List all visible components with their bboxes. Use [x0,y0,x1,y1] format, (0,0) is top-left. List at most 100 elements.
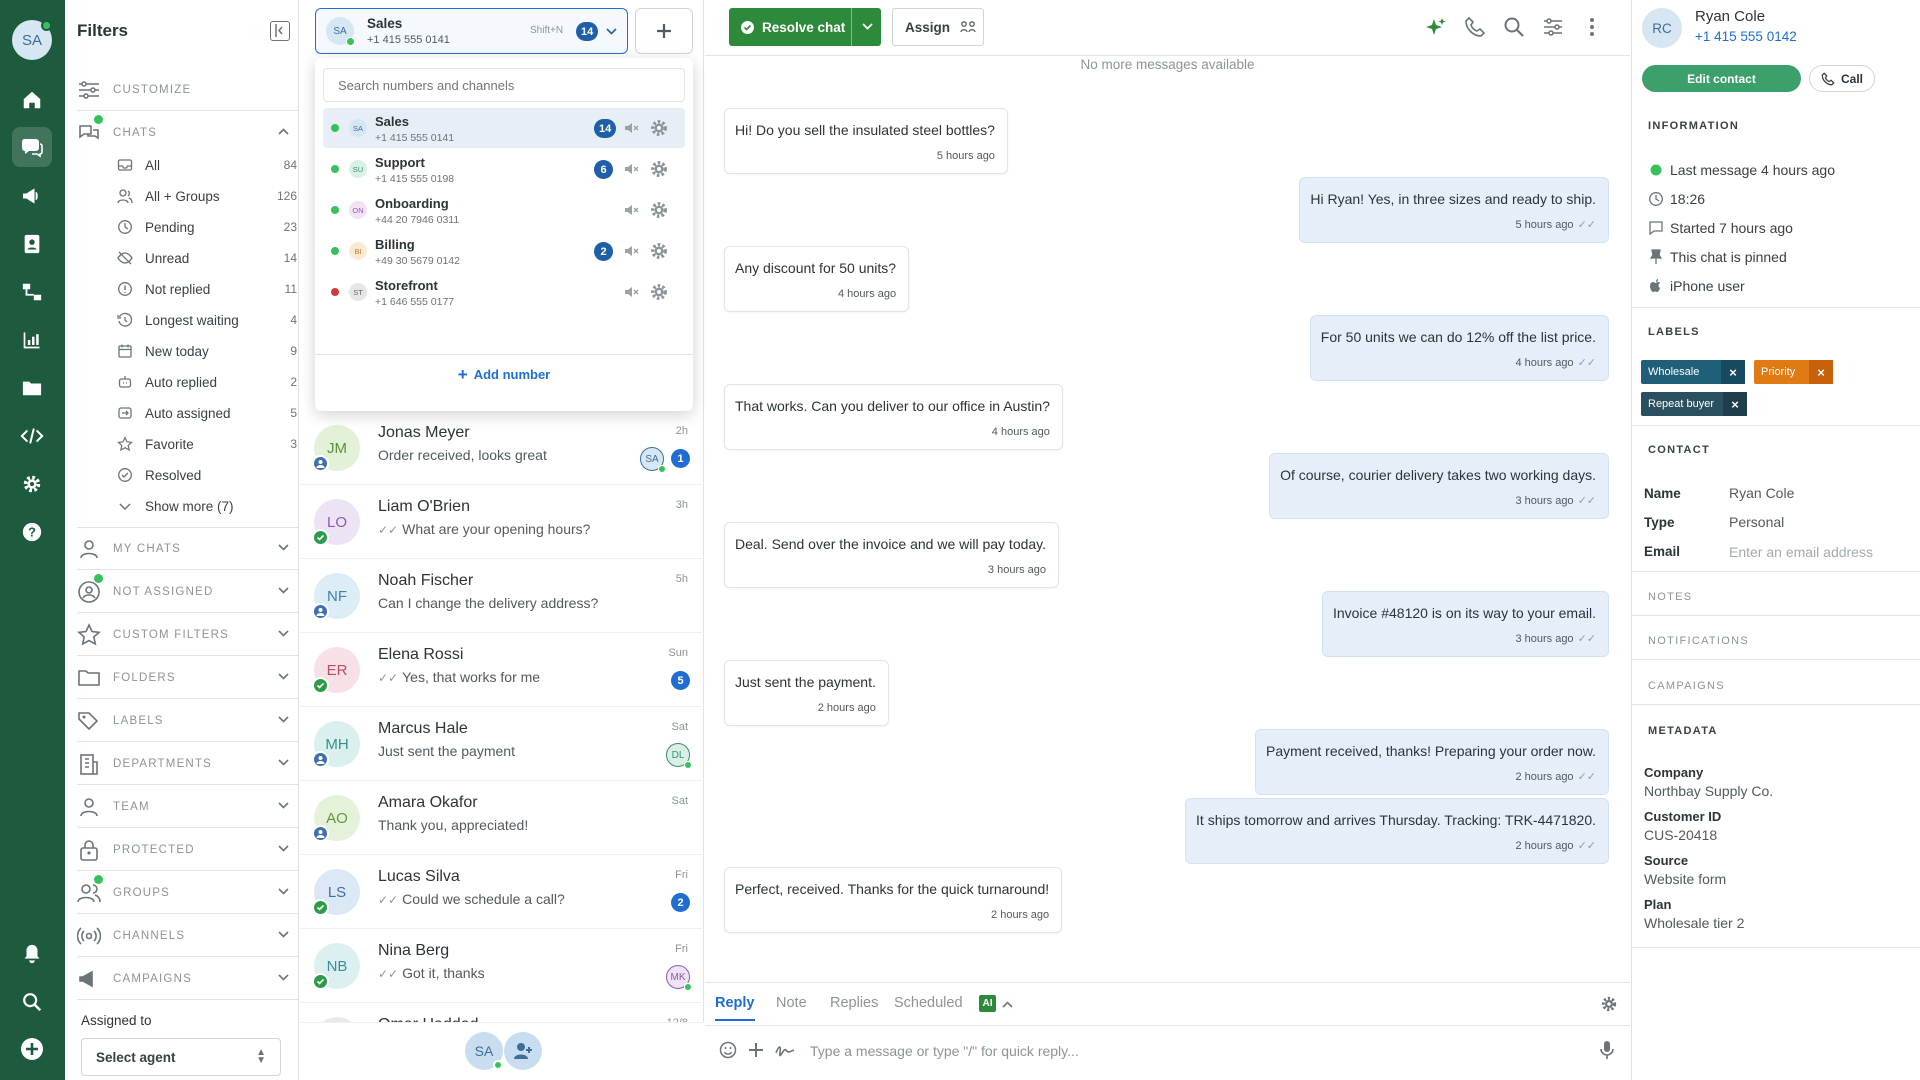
mute-icon[interactable] [623,243,639,259]
section-labels[interactable]: LABELS [77,699,299,742]
emoji-icon[interactable] [719,1041,737,1059]
call-button[interactable]: Call [1809,65,1875,92]
label-tag[interactable]: Repeat buyer × [1641,392,1747,416]
section-campaigns[interactable]: CAMPAIGNS [77,957,299,1000]
field-type-value[interactable]: Personal [1729,514,1784,530]
chat-row[interactable]: NF Noah Fischer Can I change the delivery … [300,559,704,633]
plus-icon[interactable] [747,1041,765,1059]
code-icon[interactable] [12,416,52,456]
search-icon[interactable] [1503,16,1525,38]
remove-label-icon[interactable]: × [1723,392,1747,416]
gear-icon[interactable] [12,464,52,504]
new-chat-button[interactable] [635,8,693,54]
tab-replies[interactable]: Replies [830,995,878,1011]
section-custom-filters[interactable]: CUSTOM FILTERS [77,613,299,656]
home-icon[interactable] [12,80,52,120]
chat-row[interactable]: NB Nina Berg ✓✓ Got it, thanks Fri MK [300,929,704,1003]
mute-icon[interactable] [623,161,639,177]
filter-all-groups[interactable]: All + Groups 126 [117,184,297,208]
phone-icon[interactable] [1464,16,1486,38]
mute-icon[interactable] [623,202,639,218]
filter-favorite[interactable]: Favorite 3 [117,432,297,456]
section-not-assigned[interactable]: NOT ASSIGNED [77,570,299,613]
agent-avatar[interactable]: SA [465,1032,503,1070]
contact-phone[interactable]: +1 415 555 0142 [1695,29,1797,44]
campaigns-section[interactable]: CAMPAIGNS [1632,660,1920,705]
filter-not-replied[interactable]: Not replied 11 [117,277,297,301]
help-icon[interactable]: ? [12,512,52,552]
email-field[interactable]: Enter an email address [1729,544,1873,560]
megaphone-icon[interactable] [12,176,52,216]
gear-icon[interactable] [649,200,669,220]
contacts-book-icon[interactable] [12,224,52,264]
resolve-chat-button[interactable]: Resolve chat [729,8,881,46]
folder-icon[interactable] [12,368,52,408]
remove-label-icon[interactable]: × [1809,360,1833,384]
section-team[interactable]: TEAM [77,785,299,828]
filter-pending[interactable]: Pending 23 [117,215,297,239]
channel-selector[interactable]: SA Sales +1 415 555 0141 Shift+N 14 [315,8,628,54]
remove-label-icon[interactable]: × [1721,360,1745,384]
channel-option[interactable]: ON Onboarding +44 20 7946 0311 [323,190,685,230]
gear-icon[interactable] [649,159,669,179]
chat-row[interactable]: MH Marcus Hale Just sent the payment Sat DL [300,707,704,781]
analytics-icon[interactable] [12,320,52,360]
label-tag[interactable]: Wholesale × [1641,360,1745,384]
section-departments[interactable]: DEPARTMENTS [77,742,299,785]
gear-icon[interactable] [649,282,669,302]
user-avatar[interactable]: SA [12,20,52,60]
tab-reply[interactable]: Reply [715,995,755,1021]
ai-sparkle-icon[interactable] [1425,16,1447,38]
field-name-value[interactable]: Ryan Cole [1729,485,1794,501]
section-protected[interactable]: PROTECTED [77,828,299,871]
gear-icon[interactable] [649,241,669,261]
show-more-filters[interactable]: Show more (7) [117,494,297,518]
filter-longest-waiting[interactable]: Longest waiting 4 [117,308,297,332]
chevron-up-icon[interactable] [1002,1001,1013,1008]
chat-row[interactable]: ER Elena Rossi ✓✓ Yes, that works for me Sun… [300,633,704,707]
chat-icon[interactable] [12,127,52,167]
section-channels[interactable]: CHANNELS [77,914,299,957]
section-folders[interactable]: FOLDERS [77,656,299,699]
filter-unread[interactable]: Unread 14 [117,246,297,270]
ai-badge[interactable]: AI [979,995,996,1012]
more-vertical-icon[interactable] [1581,16,1603,38]
channel-option[interactable]: BI Billing +49 30 5679 0142 2 [323,231,685,271]
label-tag[interactable]: Priority × [1754,360,1833,384]
filter-all[interactable]: All 84 [117,153,297,177]
chevron-down-icon[interactable] [862,23,873,30]
microphone-icon[interactable] [1599,1040,1615,1060]
customize-row[interactable]: CUSTOMIZE [77,68,299,111]
tab-note[interactable]: Note [776,995,807,1011]
filter-auto-replied[interactable]: Auto replied 2 [117,370,297,394]
flow-icon[interactable] [12,272,52,312]
edit-contact-button[interactable]: Edit contact [1642,65,1801,92]
sliders-icon[interactable] [1542,16,1564,38]
filter-auto-assigned[interactable]: Auto assigned 5 [117,401,297,425]
chat-row[interactable]: AO Amara Okafor Thank you, appreciated! Sat [300,781,704,855]
signature-icon[interactable] [774,1041,796,1059]
channel-option[interactable]: SA Sales +1 415 555 0141 14 [323,108,685,148]
channel-option[interactable]: SU Support +1 415 555 0198 6 [323,149,685,189]
mute-icon[interactable] [623,120,639,136]
channel-search-input[interactable] [323,68,685,102]
search-icon[interactable] [12,982,52,1022]
chat-row[interactable]: JM Jonas Meyer Order received, looks great… [300,411,704,485]
gear-icon[interactable] [1600,995,1618,1013]
add-number-button[interactable]: + Add number [315,354,693,384]
mute-icon[interactable] [623,284,639,300]
filter-new-today[interactable]: New today 9 [117,339,297,363]
add-circle-icon[interactable] [12,1029,52,1069]
agent-select[interactable]: Select agent ▲ ▼ [81,1038,281,1076]
filter-resolved[interactable]: Resolved [117,463,297,487]
tab-scheduled[interactable]: Scheduled [894,995,963,1011]
section-groups[interactable]: GROUPS [77,871,299,914]
add-agent-icon[interactable] [504,1032,542,1070]
channel-option[interactable]: ST Storefront +1 646 555 0177 [323,272,685,312]
notifications-section[interactable]: NOTIFICATIONS [1632,616,1920,660]
chat-row[interactable]: LO Liam O'Brien ✓✓ What are your opening ho… [300,485,704,559]
collapse-panel-icon[interactable] [270,21,290,41]
bell-icon[interactable] [12,934,52,974]
message-input[interactable]: Type a message or type "/" for quick rep… [810,1043,1410,1059]
section-my-chats[interactable]: MY CHATS [77,527,299,570]
